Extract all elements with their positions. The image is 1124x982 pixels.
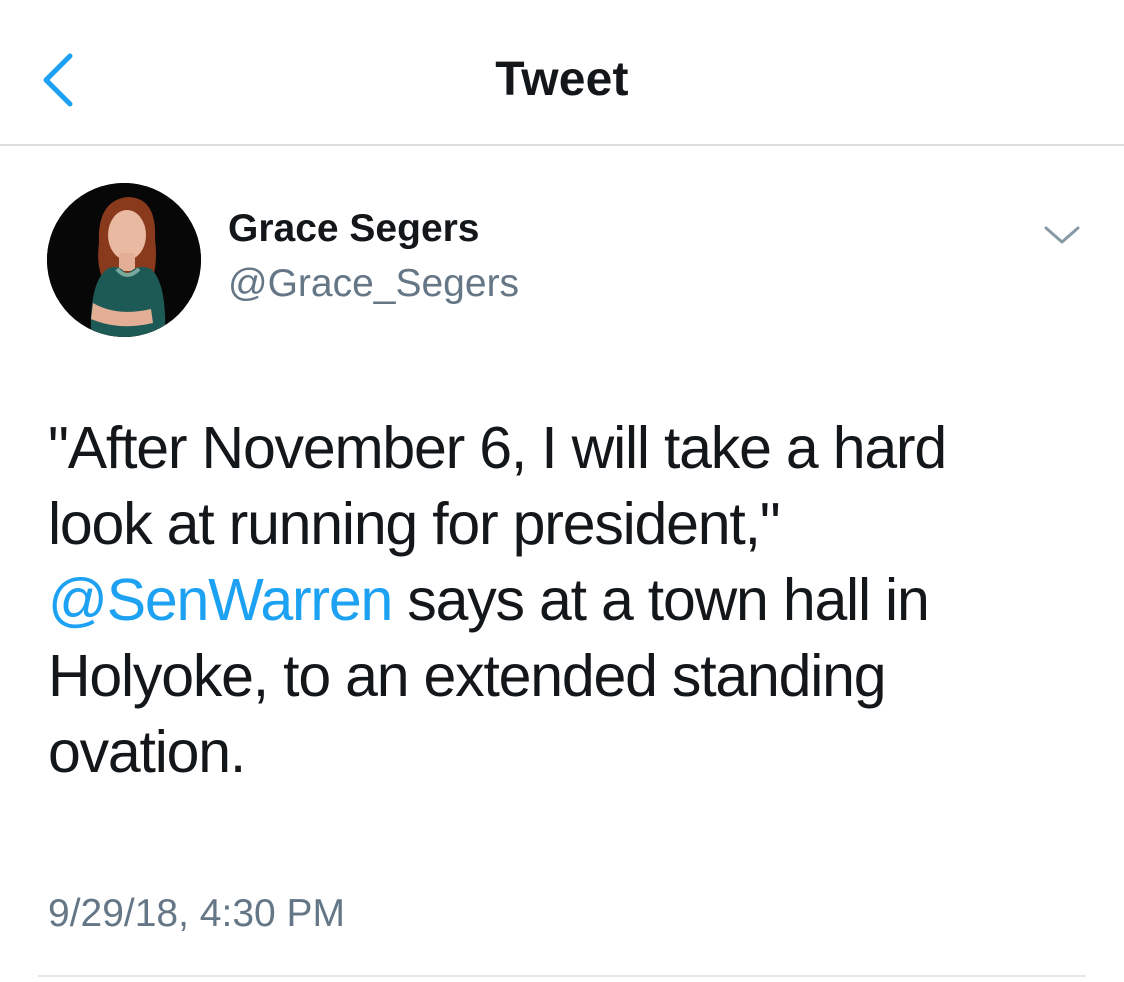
tweet-text-line: look at running for president," — [48, 491, 781, 557]
tweet-options-button[interactable] — [1040, 220, 1084, 250]
tweet-text: "After November 6, I will take a hard lo… — [48, 410, 1088, 790]
tweet-text-line: "After November 6, I will take a hard — [48, 415, 947, 481]
tweet-text-line: ovation. — [48, 719, 246, 785]
profile-photo — [47, 183, 201, 337]
tweet-text-line: @SenWarren says at a town hall in — [48, 562, 1088, 638]
chevron-down-icon — [1044, 226, 1080, 244]
tweet-text-fragment: says at a town hall in — [392, 567, 929, 633]
author-handle[interactable]: @Grace_Segers — [228, 262, 519, 306]
mention-link[interactable]: @SenWarren — [48, 567, 393, 633]
page-title: Tweet — [495, 53, 629, 106]
tweet-text-line: Holyoke, to an extended standing — [48, 643, 887, 709]
avatar[interactable] — [47, 183, 201, 337]
author-display-name[interactable]: Grace Segers — [228, 207, 480, 251]
divider — [38, 975, 1086, 977]
tweet-timestamp: 9/29/18, 4:30 PM — [48, 892, 346, 935]
nav-bar: Tweet — [0, 0, 1124, 146]
